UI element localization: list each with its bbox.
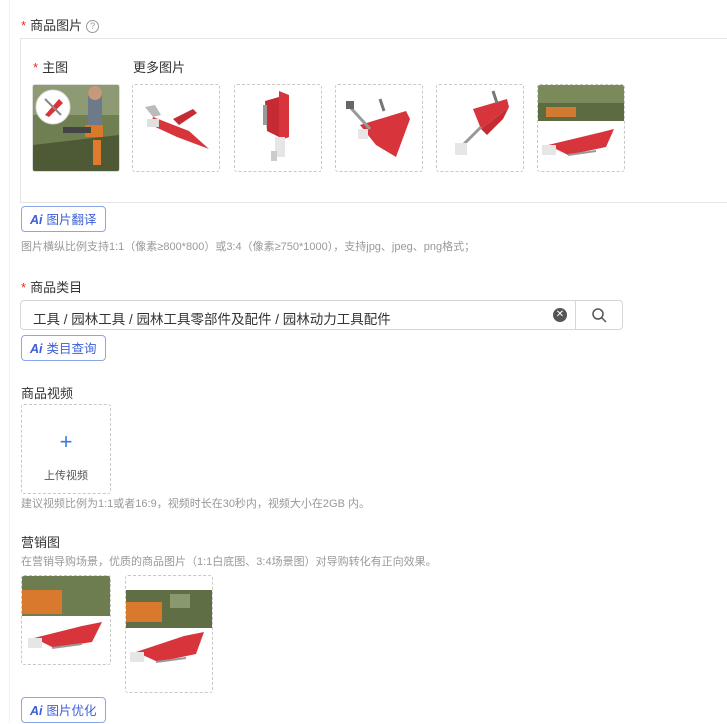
category-label: * 商品类目 bbox=[21, 280, 83, 295]
marketing-image-square[interactable] bbox=[21, 575, 111, 665]
search-icon bbox=[592, 308, 607, 323]
more-image-thumb[interactable] bbox=[537, 84, 625, 172]
main-image-label: * 主图 bbox=[33, 60, 69, 75]
product-images-label: * 商品图片? bbox=[21, 15, 100, 34]
video-hint: 建议视频比例为1:1或者16:9，视频时长在30秒内，视频大小在2GB 内。 bbox=[21, 498, 371, 510]
video-label: 商品视频 bbox=[21, 386, 74, 401]
more-image-thumb[interactable] bbox=[436, 84, 524, 172]
upload-video-button[interactable]: + 上传视频 bbox=[21, 404, 111, 494]
category-query-button[interactable]: Ai 类目查询 bbox=[21, 335, 106, 361]
more-image-thumb[interactable] bbox=[132, 84, 220, 172]
image-format-hint: 图片横纵比例支持1:1（像素≥800*800）或3:4（像素≥750*1000）… bbox=[21, 241, 476, 253]
product-images-panel: * 主图 更多图片 bbox=[20, 38, 727, 203]
marketing-label: 营销图 bbox=[21, 535, 61, 550]
more-image-thumb[interactable] bbox=[234, 84, 322, 172]
more-images-label: 更多图片 bbox=[133, 60, 186, 75]
category-search-button[interactable] bbox=[575, 301, 624, 329]
image-optimize-button[interactable]: Ai 图片优化 bbox=[21, 697, 106, 723]
question-circle-icon[interactable]: ? bbox=[86, 20, 100, 33]
category-value: 工具 / 园林工具 / 园林工具零部件及配件 / 园林动力工具配件 bbox=[33, 312, 391, 327]
left-divider bbox=[9, 0, 10, 723]
marketing-hint: 在营销导购场景，优质的商品图片（1:1白底图、3:4场景图）对导购转化有正向效果… bbox=[21, 556, 437, 568]
more-image-thumb[interactable] bbox=[335, 84, 423, 172]
upload-video-label: 上传视频 bbox=[44, 470, 88, 482]
category-input[interactable]: 工具 / 园林工具 / 园林工具零部件及配件 / 园林动力工具配件 ✕ bbox=[20, 300, 623, 330]
marketing-image-portrait[interactable] bbox=[125, 575, 213, 693]
main-image-thumb[interactable] bbox=[32, 84, 120, 172]
plus-icon: + bbox=[59, 429, 73, 454]
image-translate-button[interactable]: Ai 图片翻译 bbox=[21, 206, 106, 232]
clear-circle-icon[interactable]: ✕ bbox=[553, 308, 567, 322]
required-mark: * bbox=[21, 18, 27, 33]
